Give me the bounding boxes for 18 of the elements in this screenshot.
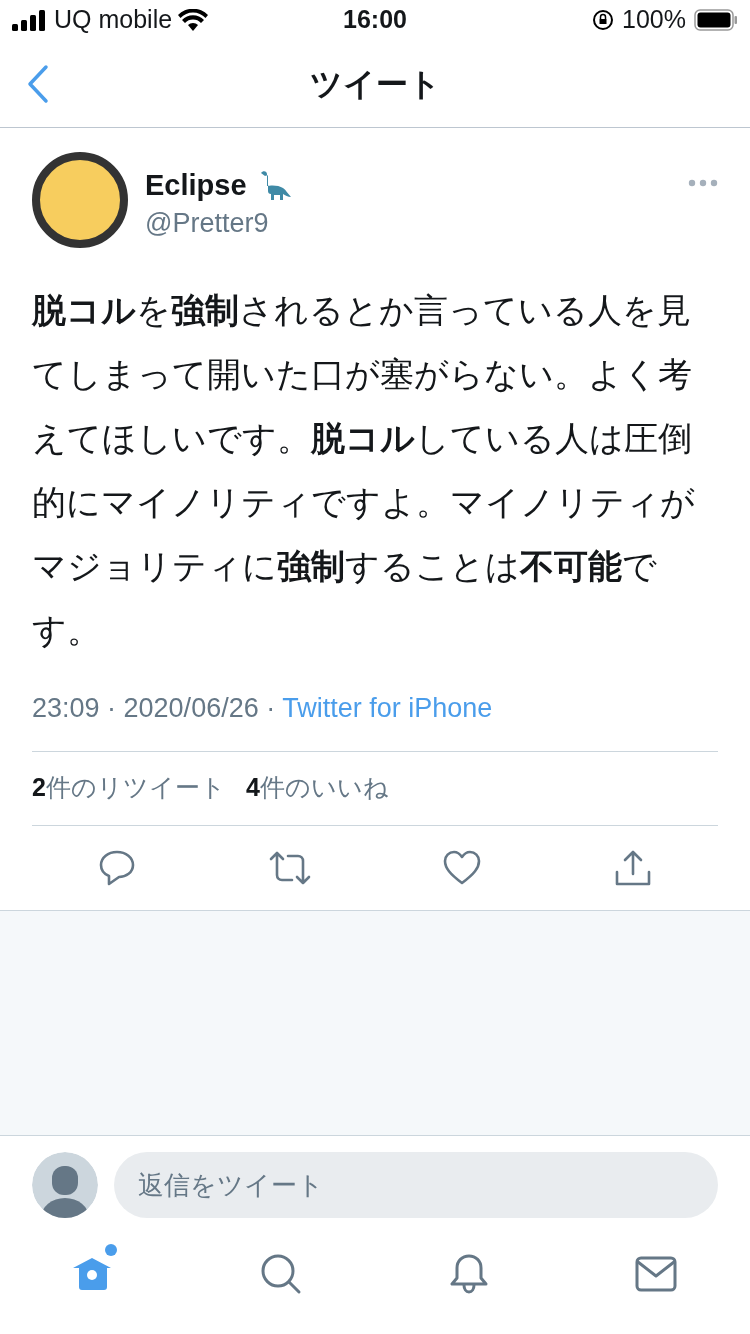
back-icon[interactable] xyxy=(26,63,50,104)
user-avatar-icon xyxy=(32,1152,98,1218)
battery-percent: 100% xyxy=(622,4,686,36)
battery-icon xyxy=(694,9,738,31)
user-handle[interactable]: @Pretter9 xyxy=(145,207,688,238)
display-name[interactable]: Eclipse xyxy=(145,164,247,208)
wifi-icon xyxy=(178,9,209,31)
signal-icon xyxy=(12,9,48,31)
clock-time: 16:00 xyxy=(343,4,407,36)
tweet-timestamp: 23:09 · 2020/06/26 · xyxy=(32,693,277,723)
search-icon[interactable] xyxy=(260,1253,303,1295)
engagement-count[interactable]: 4件のいいね xyxy=(245,769,389,807)
tweet-text: 脱コルを強制されるとか言っている人を見てしまって開いた口が塞がらない。よく考えてほしいです。脱コルしている人は圧倒的にマイノリティですよ。マイノリティがマジョリティに強制することは不可能です。 xyxy=(32,290,696,651)
carrier-name: UQ mobile xyxy=(54,4,173,36)
page-title: ツイート xyxy=(309,65,441,102)
reply-field[interactable]: 返信をツイート xyxy=(114,1152,718,1218)
rotation-lock-icon xyxy=(592,9,615,31)
engagement-count[interactable]: 2件のリツイート xyxy=(32,769,226,807)
